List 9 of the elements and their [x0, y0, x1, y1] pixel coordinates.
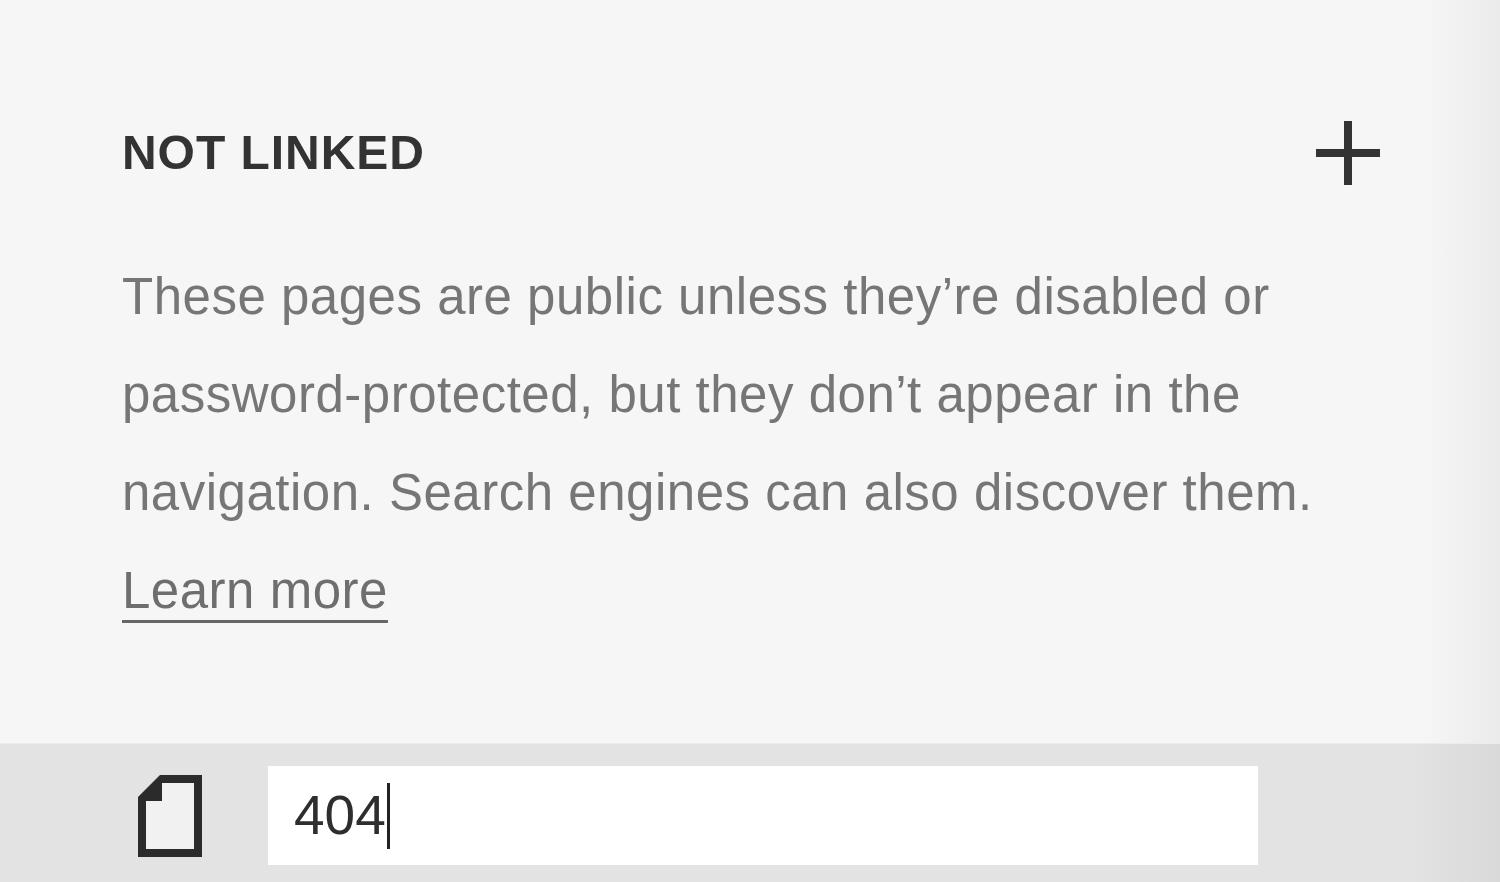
add-page-button[interactable] — [1316, 121, 1380, 185]
section-title: NOT LINKED — [122, 125, 425, 181]
text-cursor-icon — [386, 782, 390, 849]
plus-icon — [1316, 121, 1380, 185]
page-icon — [138, 775, 202, 857]
page-name-field[interactable]: 404 — [268, 766, 1258, 865]
page-row[interactable]: 404 — [0, 743, 1500, 882]
learn-more-link[interactable]: Learn more — [122, 562, 388, 619]
description-text: These pages are public unless they’re disabled or password-protected, but they don’t appear in the navigation. Search engines can also discover them. Learn more — [122, 267, 1314, 621]
